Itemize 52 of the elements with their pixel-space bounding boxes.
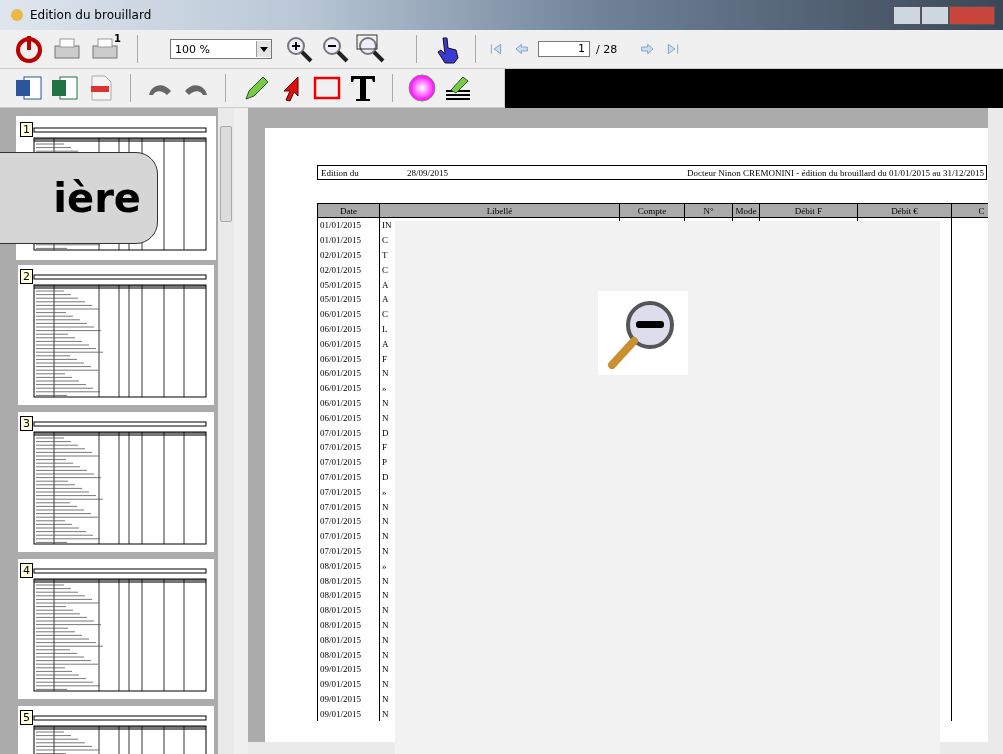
edition-label: Edition du [320,167,360,178]
date-cell: 07/01/2015 [317,469,380,485]
date-cell: 06/01/2015 [317,395,380,411]
page-number-label: 4 [20,563,33,578]
report-heading: Docteur Ninon CREMONINI - édition du brouillard du 01/01/2015 au 31/12/2015 [687,167,985,178]
edition-date: 28/09/2015 [407,167,448,178]
date-cell: 08/01/2015 [317,558,380,574]
date-cell: 08/01/2015 [317,573,380,588]
date-cell: 08/01/2015 [317,632,380,648]
date-cell: 09/01/2015 [317,706,380,722]
date-cell: 06/01/2015 [317,380,380,396]
date-cell: 05/01/2015 [317,277,380,292]
date-cell: 08/01/2015 [317,647,380,662]
column-header: Débit € [857,203,952,218]
date-cell: 06/01/2015 [317,336,380,352]
date-cell: 07/01/2015 [317,439,380,455]
page-number-label: 3 [20,416,33,431]
date-cell: 06/01/2015 [317,306,380,322]
date-cell: 08/01/2015 [317,617,380,633]
page-number-label: 2 [20,269,33,284]
date-cell: 02/01/2015 [317,262,380,278]
column-header: Mode [732,203,760,218]
date-cell: 08/01/2015 [317,587,380,603]
date-cell: 09/01/2015 [317,676,380,692]
date-cell: 05/01/2015 [317,292,380,307]
date-cell: 01/01/2015 [317,232,380,248]
date-cell: 07/01/2015 [317,454,380,470]
label-tooltip: ière [0,152,158,244]
date-cell: 06/01/2015 [317,365,380,381]
date-cell: 06/01/2015 [317,410,380,426]
date-cell: 07/01/2015 [317,425,380,440]
date-cell: 07/01/2015 [317,499,380,514]
column-header: Compte [619,203,685,218]
date-cell: 02/01/2015 [317,247,380,263]
date-cell: 07/01/2015 [317,528,380,544]
window-title: Edition du brouillard [30,8,152,22]
date-cell: 07/01/2015 [317,513,380,529]
date-cell: 06/01/2015 [317,321,380,337]
date-cell: 07/01/2015 [317,543,380,559]
column-header: N° [684,203,733,218]
page-number-label: 1 [20,122,33,137]
date-cell: 08/01/2015 [317,602,380,618]
date-cell: 09/01/2015 [317,661,380,677]
page-number-label: 5 [20,710,33,725]
column-header: Débit F [759,203,858,218]
date-cell: 06/01/2015 [317,351,380,366]
page-count: / 28 [595,42,618,56]
date-cell: 01/01/2015 [317,217,380,233]
column-header: Date [317,203,380,218]
date-cell: 07/01/2015 [317,484,380,500]
column-header: Libellé [379,203,620,218]
date-cell: 09/01/2015 [317,691,380,707]
